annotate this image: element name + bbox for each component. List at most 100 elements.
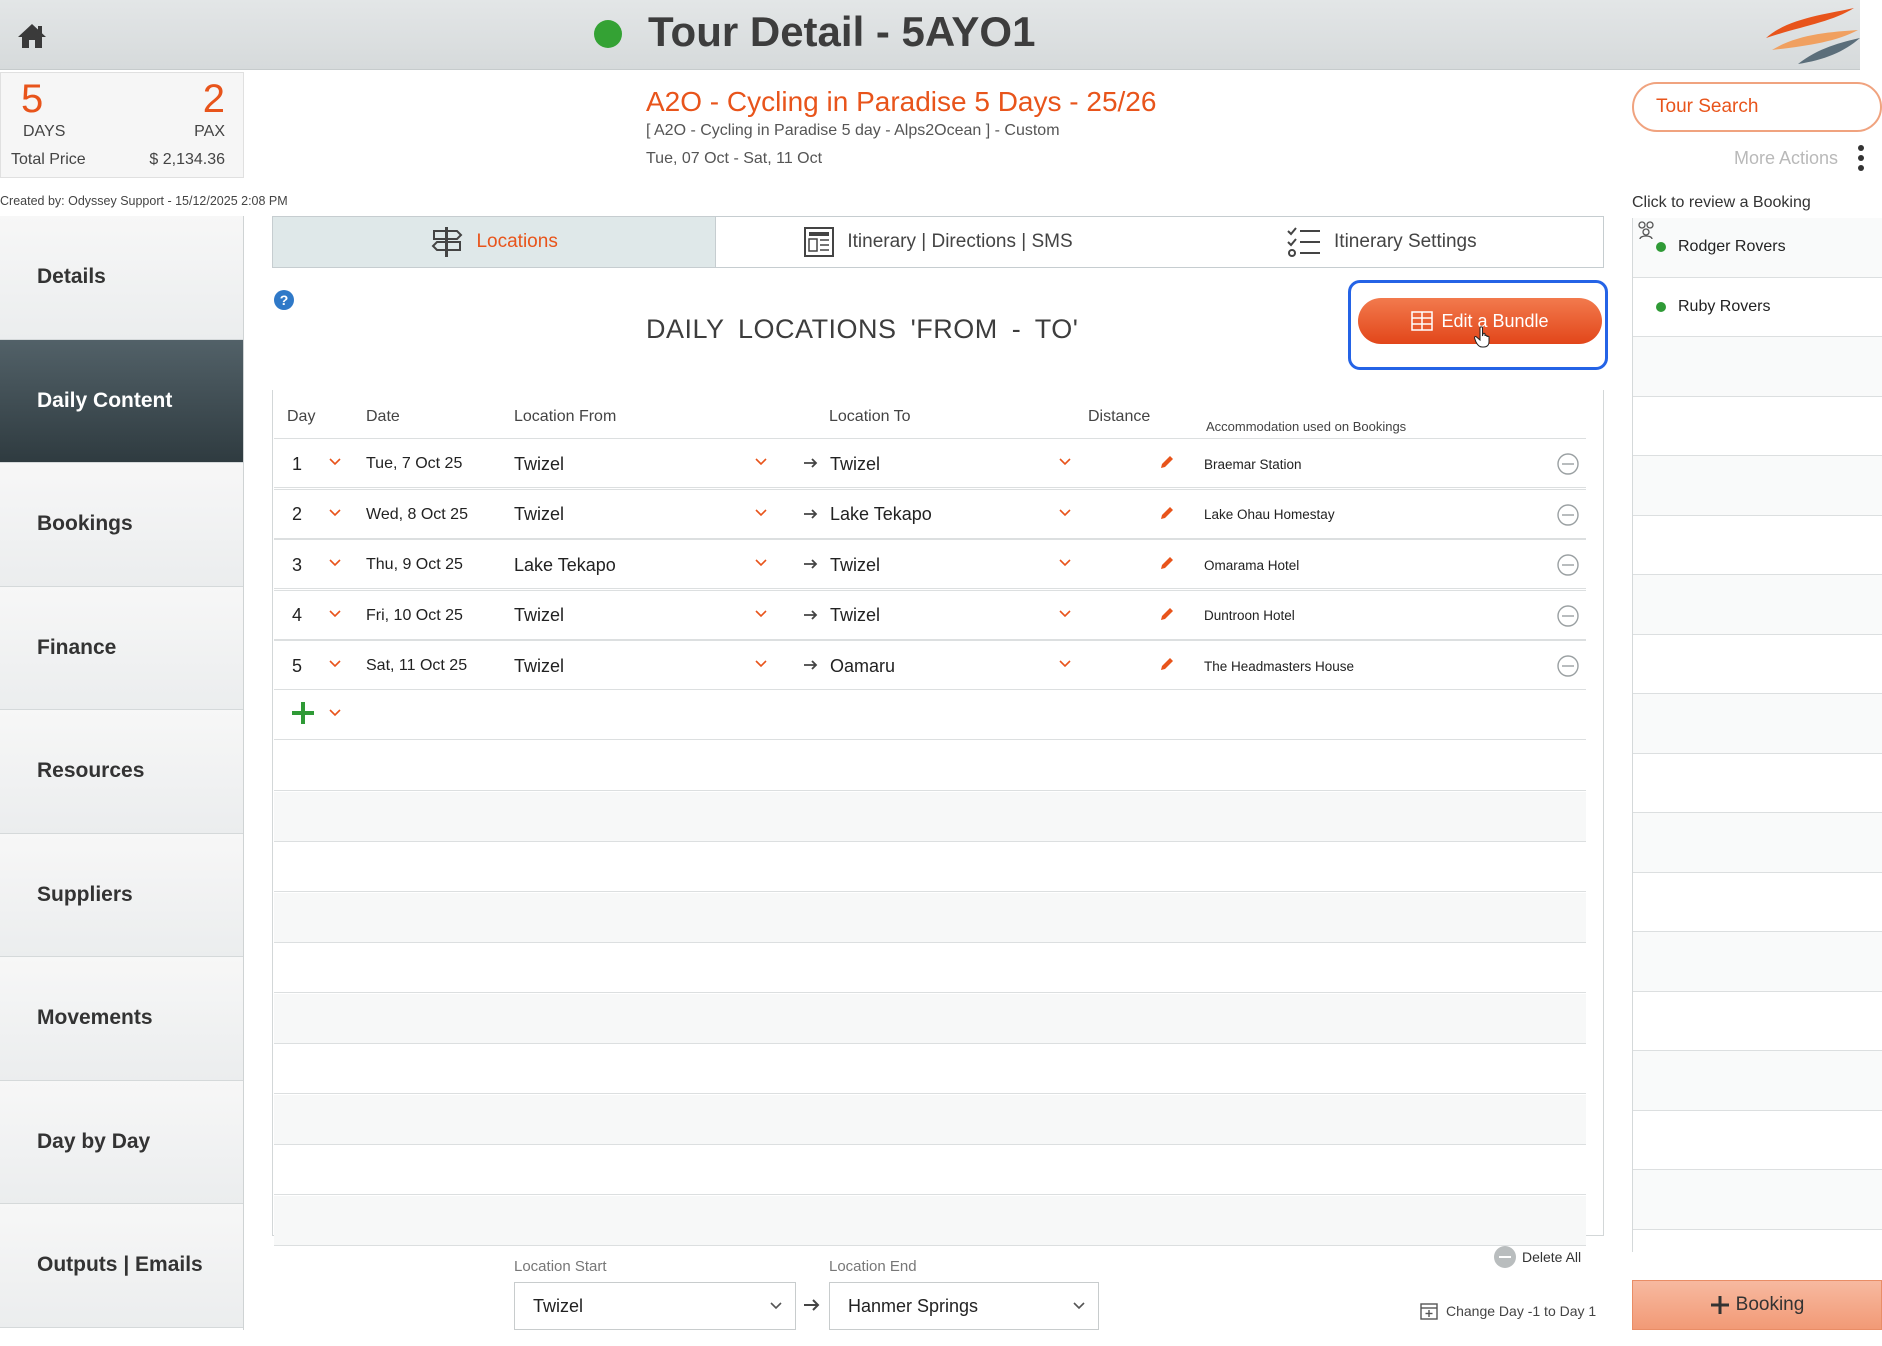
location-from[interactable]: Twizel (514, 591, 564, 641)
tour-search-button[interactable]: Tour Search (1632, 82, 1882, 132)
pencil-icon[interactable] (1158, 605, 1176, 623)
day-number: 5 (292, 655, 303, 676)
day-number: 3 (292, 554, 303, 575)
change-day-button[interactable]: Change Day -1 to Day 1 (1420, 1302, 1596, 1320)
pax-count: 2 (202, 77, 225, 121)
delete-all-button[interactable]: Delete All (1494, 1246, 1581, 1268)
location-from[interactable]: Twizel (514, 439, 564, 489)
tour-summary: 5 2 DAYS PAX Total Price $ 2,134.36 (0, 72, 244, 178)
day-number: 1 (292, 453, 303, 474)
empty-row (274, 1094, 1586, 1145)
add-booking-button[interactable]: Booking (1632, 1280, 1882, 1330)
add-row-icon[interactable] (290, 700, 316, 726)
booking-name: Rodger Rovers (1678, 238, 1786, 255)
location-to[interactable]: Oamaru (830, 641, 895, 691)
sidebar-item-details[interactable]: Details (0, 216, 243, 340)
pencil-icon[interactable] (1158, 655, 1176, 673)
sidebar-item-outputs-emails[interactable]: Outputs | Emails (0, 1204, 243, 1328)
day-date: Fri, 10 Oct 25 (366, 606, 463, 624)
sidebar-item-day-by-day[interactable]: Day by Day (0, 1080, 243, 1204)
section-title: DAILY LOCATIONS 'FROM - TO' (646, 314, 1079, 344)
tab-locations[interactable]: Locations (273, 217, 717, 267)
home-icon[interactable] (14, 18, 50, 52)
chevron-down-icon[interactable] (328, 607, 342, 621)
remove-row-icon[interactable] (1556, 452, 1580, 476)
chevron-down-icon[interactable] (328, 706, 342, 720)
location-from[interactable]: Twizel (514, 490, 564, 540)
arrow-right-icon (804, 609, 818, 620)
day-number: 4 (292, 605, 303, 625)
remove-row-icon[interactable] (1556, 553, 1580, 577)
chevron-down-icon[interactable] (328, 657, 342, 671)
pencil-icon[interactable] (1158, 504, 1176, 522)
pencil-icon[interactable] (1158, 554, 1176, 572)
chevron-down-icon[interactable] (754, 506, 768, 520)
empty-row (274, 892, 1586, 943)
empty-row (274, 842, 1586, 892)
empty-row (274, 791, 1586, 842)
chevron-down-icon[interactable] (1058, 556, 1072, 570)
chevron-down-icon[interactable] (754, 556, 768, 570)
total-price-label: Total Price (11, 151, 86, 168)
add-booking-label: Booking (1735, 1294, 1805, 1315)
table-row: 1 Tue, 7 Oct 25 Twizel Twizel Braemar Statio… (274, 438, 1586, 488)
location-from[interactable]: Lake Tekapo (514, 540, 616, 590)
booking-list-row (1633, 337, 1882, 397)
kebab-menu-icon[interactable] (1858, 145, 1866, 175)
chevron-down-icon[interactable] (1058, 455, 1072, 469)
chevron-down-icon[interactable] (1058, 657, 1072, 671)
sidebar: Details Daily Content Bookings Finance R… (0, 216, 244, 1330)
edit-bundle-label: Edit a Bundle (1441, 310, 1549, 331)
more-actions-link[interactable]: More Actions (1734, 148, 1838, 169)
tab-itinerary-label: Itinerary | Directions | SMS (847, 231, 1073, 252)
pencil-icon[interactable] (1158, 453, 1176, 471)
chevron-down-icon[interactable] (328, 506, 342, 520)
sidebar-item-resources[interactable]: Resources (0, 710, 243, 834)
accommodation-name: Duntroon Hotel (1204, 608, 1295, 623)
tab-itinerary-directions-sms[interactable]: Itinerary | Directions | SMS (716, 217, 1159, 267)
chevron-down-icon[interactable] (1058, 607, 1072, 621)
day-date: Tue, 7 Oct 25 (366, 455, 463, 472)
booking-list-row (1633, 813, 1882, 873)
table-row: 5 Sat, 11 Oct 25 Twizel Oamaru The Headmaste… (274, 640, 1586, 690)
chevron-down-icon[interactable] (754, 455, 768, 469)
location-end-select[interactable]: Hanmer Springs (829, 1282, 1099, 1330)
chevron-down-icon[interactable] (1058, 506, 1072, 520)
chevron-down-icon[interactable] (328, 455, 342, 469)
location-start-select[interactable]: Twizel (514, 1282, 796, 1330)
booking-item-rodger-rovers[interactable]: Rodger Rovers (1656, 238, 1786, 256)
location-start-value: Twizel (533, 1296, 584, 1316)
remove-row-icon[interactable] (1556, 604, 1580, 628)
table-row: 3 Thu, 9 Oct 25 Lake Tekapo Twizel Omarama H… (274, 539, 1586, 589)
booking-list-row (1633, 456, 1882, 516)
location-from[interactable]: Twizel (514, 641, 564, 691)
sidebar-item-bookings[interactable]: Bookings (0, 463, 243, 587)
review-booking-label: Click to review a Booking (1632, 194, 1811, 211)
accommodation-name: Lake Ohau Homestay (1204, 507, 1335, 522)
chevron-down-icon[interactable] (754, 657, 768, 671)
sidebar-item-suppliers[interactable]: Suppliers (0, 833, 243, 957)
sidebar-item-daily-content[interactable]: Daily Content (0, 339, 243, 463)
empty-row (274, 943, 1586, 993)
booking-item-ruby-rovers[interactable]: Ruby Rovers (1656, 298, 1770, 316)
empty-row (274, 741, 1586, 791)
location-to[interactable]: Twizel (830, 591, 880, 641)
remove-row-icon[interactable] (1556, 654, 1580, 678)
sidebar-item-movements[interactable]: Movements (0, 957, 243, 1081)
empty-row (274, 1044, 1586, 1094)
remove-row-icon[interactable] (1556, 503, 1580, 527)
location-to[interactable]: Lake Tekapo (830, 490, 932, 540)
booking-list-row (1633, 1051, 1882, 1111)
chevron-down-icon[interactable] (754, 607, 768, 621)
days-count: 5 (21, 77, 44, 121)
sidebar-item-finance[interactable]: Finance (0, 586, 243, 710)
location-to[interactable]: Twizel (830, 439, 880, 489)
help-icon[interactable]: ? (274, 290, 294, 310)
chevron-down-icon[interactable] (328, 556, 342, 570)
empty-row (274, 1145, 1586, 1195)
location-start-label: Location Start (514, 1258, 607, 1275)
total-price-value: $ 2,134.36 (149, 151, 225, 168)
location-to[interactable]: Twizel (830, 540, 880, 590)
signpost-icon (432, 227, 463, 257)
tab-itinerary-settings[interactable]: Itinerary Settings (1160, 217, 1603, 267)
